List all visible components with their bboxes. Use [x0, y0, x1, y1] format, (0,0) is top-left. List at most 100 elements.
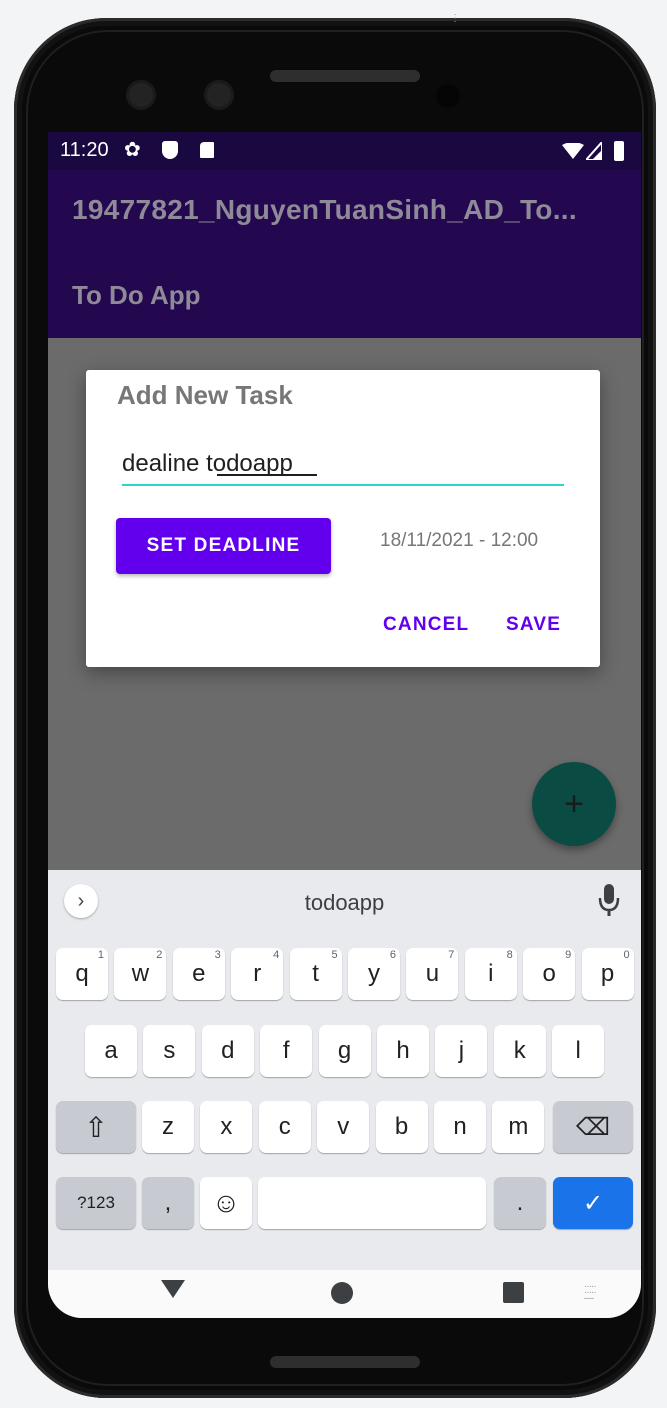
top-speaker [270, 70, 420, 82]
key-p-label: p [600, 960, 615, 987]
key-i-label: i [488, 960, 494, 987]
emoji-key-label: ☺ [211, 1187, 241, 1218]
period-key[interactable]: . [494, 1177, 546, 1229]
sd-card-icon [200, 142, 214, 158]
wifi-icon [562, 143, 584, 159]
key-v[interactable]: v [317, 1101, 370, 1153]
period-key-label: . [516, 1189, 524, 1216]
signal-icon [586, 142, 602, 160]
key-x-label: x [220, 1113, 233, 1140]
key-w-label: w [131, 960, 150, 987]
resize-handle-icon: ⋮ [450, 13, 460, 24]
key-k[interactable]: k [493, 1025, 546, 1077]
key-u-hint: 7 [448, 949, 455, 961]
deadline-value: 18/11/2021 - 12:00 [380, 530, 539, 551]
chevron-right-icon[interactable]: › [64, 884, 98, 918]
enter-key[interactable]: ✓ [553, 1177, 633, 1229]
key-q[interactable]: q1 [56, 948, 108, 1000]
key-a-label: a [104, 1037, 118, 1064]
key-g[interactable]: g [318, 1025, 371, 1077]
key-d-label: d [221, 1037, 235, 1064]
task-name-input[interactable] [122, 444, 564, 486]
recents-icon[interactable] [503, 1282, 524, 1303]
key-g-label: g [337, 1037, 352, 1064]
key-z-label: z [162, 1113, 174, 1140]
key-c[interactable]: c [258, 1101, 311, 1153]
key-j[interactable]: j [435, 1025, 488, 1077]
key-b[interactable]: b [375, 1101, 428, 1153]
key-y-label: y [368, 960, 380, 987]
status-time: 11:20 [60, 139, 109, 161]
app-bar: 19477821_NguyenTuanSinh_AD_To... To Do A… [48, 170, 641, 338]
key-t[interactable]: t5 [289, 948, 342, 1000]
key-e-label: e [192, 960, 206, 987]
keyboard-switch-icon[interactable]: ····· ····· ― [584, 1282, 602, 1304]
key-l[interactable]: l [552, 1025, 605, 1077]
key-w-hint: 2 [156, 949, 163, 961]
battery-icon [614, 141, 624, 161]
enter-key-label: ✓ [582, 1189, 604, 1217]
cancel-button[interactable]: CANCEL [383, 614, 469, 636]
add-task-dialog: Add New Task SET DEADLINE 18/11/2021 - 1… [86, 370, 600, 667]
shift-key-label: ⇧ [84, 1111, 108, 1143]
key-y-hint: 6 [389, 949, 396, 961]
mic-icon[interactable] [596, 882, 622, 922]
key-s[interactable]: s [143, 1025, 196, 1077]
comma-key-label: , [164, 1189, 172, 1216]
comma-key[interactable]: , [142, 1177, 194, 1229]
key-u[interactable]: u7 [406, 948, 459, 1000]
suggestion-word[interactable]: todoapp [48, 890, 641, 916]
key-r[interactable]: r4 [231, 948, 284, 1000]
bottom-speaker [270, 1356, 420, 1368]
key-n-label: n [453, 1113, 467, 1140]
home-icon[interactable] [331, 1282, 353, 1304]
key-l-label: l [575, 1037, 581, 1064]
key-o-hint: 9 [565, 949, 572, 961]
key-i[interactable]: i8 [464, 948, 517, 1000]
emoji-key[interactable]: ☺ [200, 1177, 252, 1229]
key-c-label: c [278, 1113, 291, 1140]
back-icon[interactable] [161, 1280, 185, 1298]
shift-key[interactable]: ⇧ [56, 1101, 136, 1153]
symbols-key-label: ?123 [77, 1193, 115, 1212]
key-z[interactable]: z [142, 1101, 194, 1153]
soft-keyboard: todoapp › q 1 w 2 e 3 r 4 t 5 y 6 u 7 i 8 o 9 p 0 a s d f g h j k l ⇧… [48, 870, 641, 1270]
symbols-key[interactable]: ?123 [56, 1177, 136, 1229]
key-f-label: f [282, 1037, 290, 1064]
key-y[interactable]: y6 [348, 948, 400, 1000]
key-w[interactable]: w2 [114, 948, 167, 1000]
front-camera-left [126, 80, 156, 110]
key-m-label: m [508, 1113, 529, 1140]
front-camera-right [204, 80, 234, 110]
key-a[interactable]: a [85, 1025, 137, 1077]
key-p-hint: 0 [623, 949, 630, 961]
key-p[interactable]: p0 [581, 948, 634, 1000]
key-m[interactable]: m [492, 1101, 545, 1153]
backspace-key[interactable]: ⌫ [553, 1101, 633, 1153]
save-button[interactable]: SAVE [506, 614, 561, 636]
app-title: 19477821_NguyenTuanSinh_AD_To... [72, 194, 577, 225]
key-q-hint: 1 [97, 949, 104, 961]
shield-icon [162, 141, 178, 159]
set-deadline-button[interactable]: SET DEADLINE [116, 518, 331, 574]
space-key[interactable] [258, 1177, 486, 1229]
status-bar: 11:20 ✿ [48, 132, 641, 170]
key-k-label: k [513, 1037, 526, 1064]
phone-screen: 11:20 ✿ 19477821_NguyenTuanSinh_AD_To...… [48, 132, 641, 1318]
key-e[interactable]: e3 [172, 948, 225, 1000]
key-x[interactable]: x [200, 1101, 253, 1153]
dialog-title: Add New Task [117, 380, 293, 410]
key-f[interactable]: f [260, 1025, 313, 1077]
key-h[interactable]: h [377, 1025, 429, 1077]
gear-icon: ✿ [124, 139, 141, 161]
key-o[interactable]: o9 [523, 948, 576, 1000]
key-o-label: o [542, 960, 556, 987]
app-subtitle: To Do App [72, 280, 201, 310]
key-n[interactable]: n [434, 1101, 486, 1153]
add-task-fab[interactable]: + [532, 762, 616, 846]
backspace-key-label: ⌫ [576, 1113, 610, 1141]
suggestion-strip: todoapp › [48, 870, 641, 938]
key-e-hint: 3 [214, 949, 221, 961]
navigation-bar: ····· ····· ― [48, 1270, 641, 1318]
key-d[interactable]: d [201, 1025, 254, 1077]
